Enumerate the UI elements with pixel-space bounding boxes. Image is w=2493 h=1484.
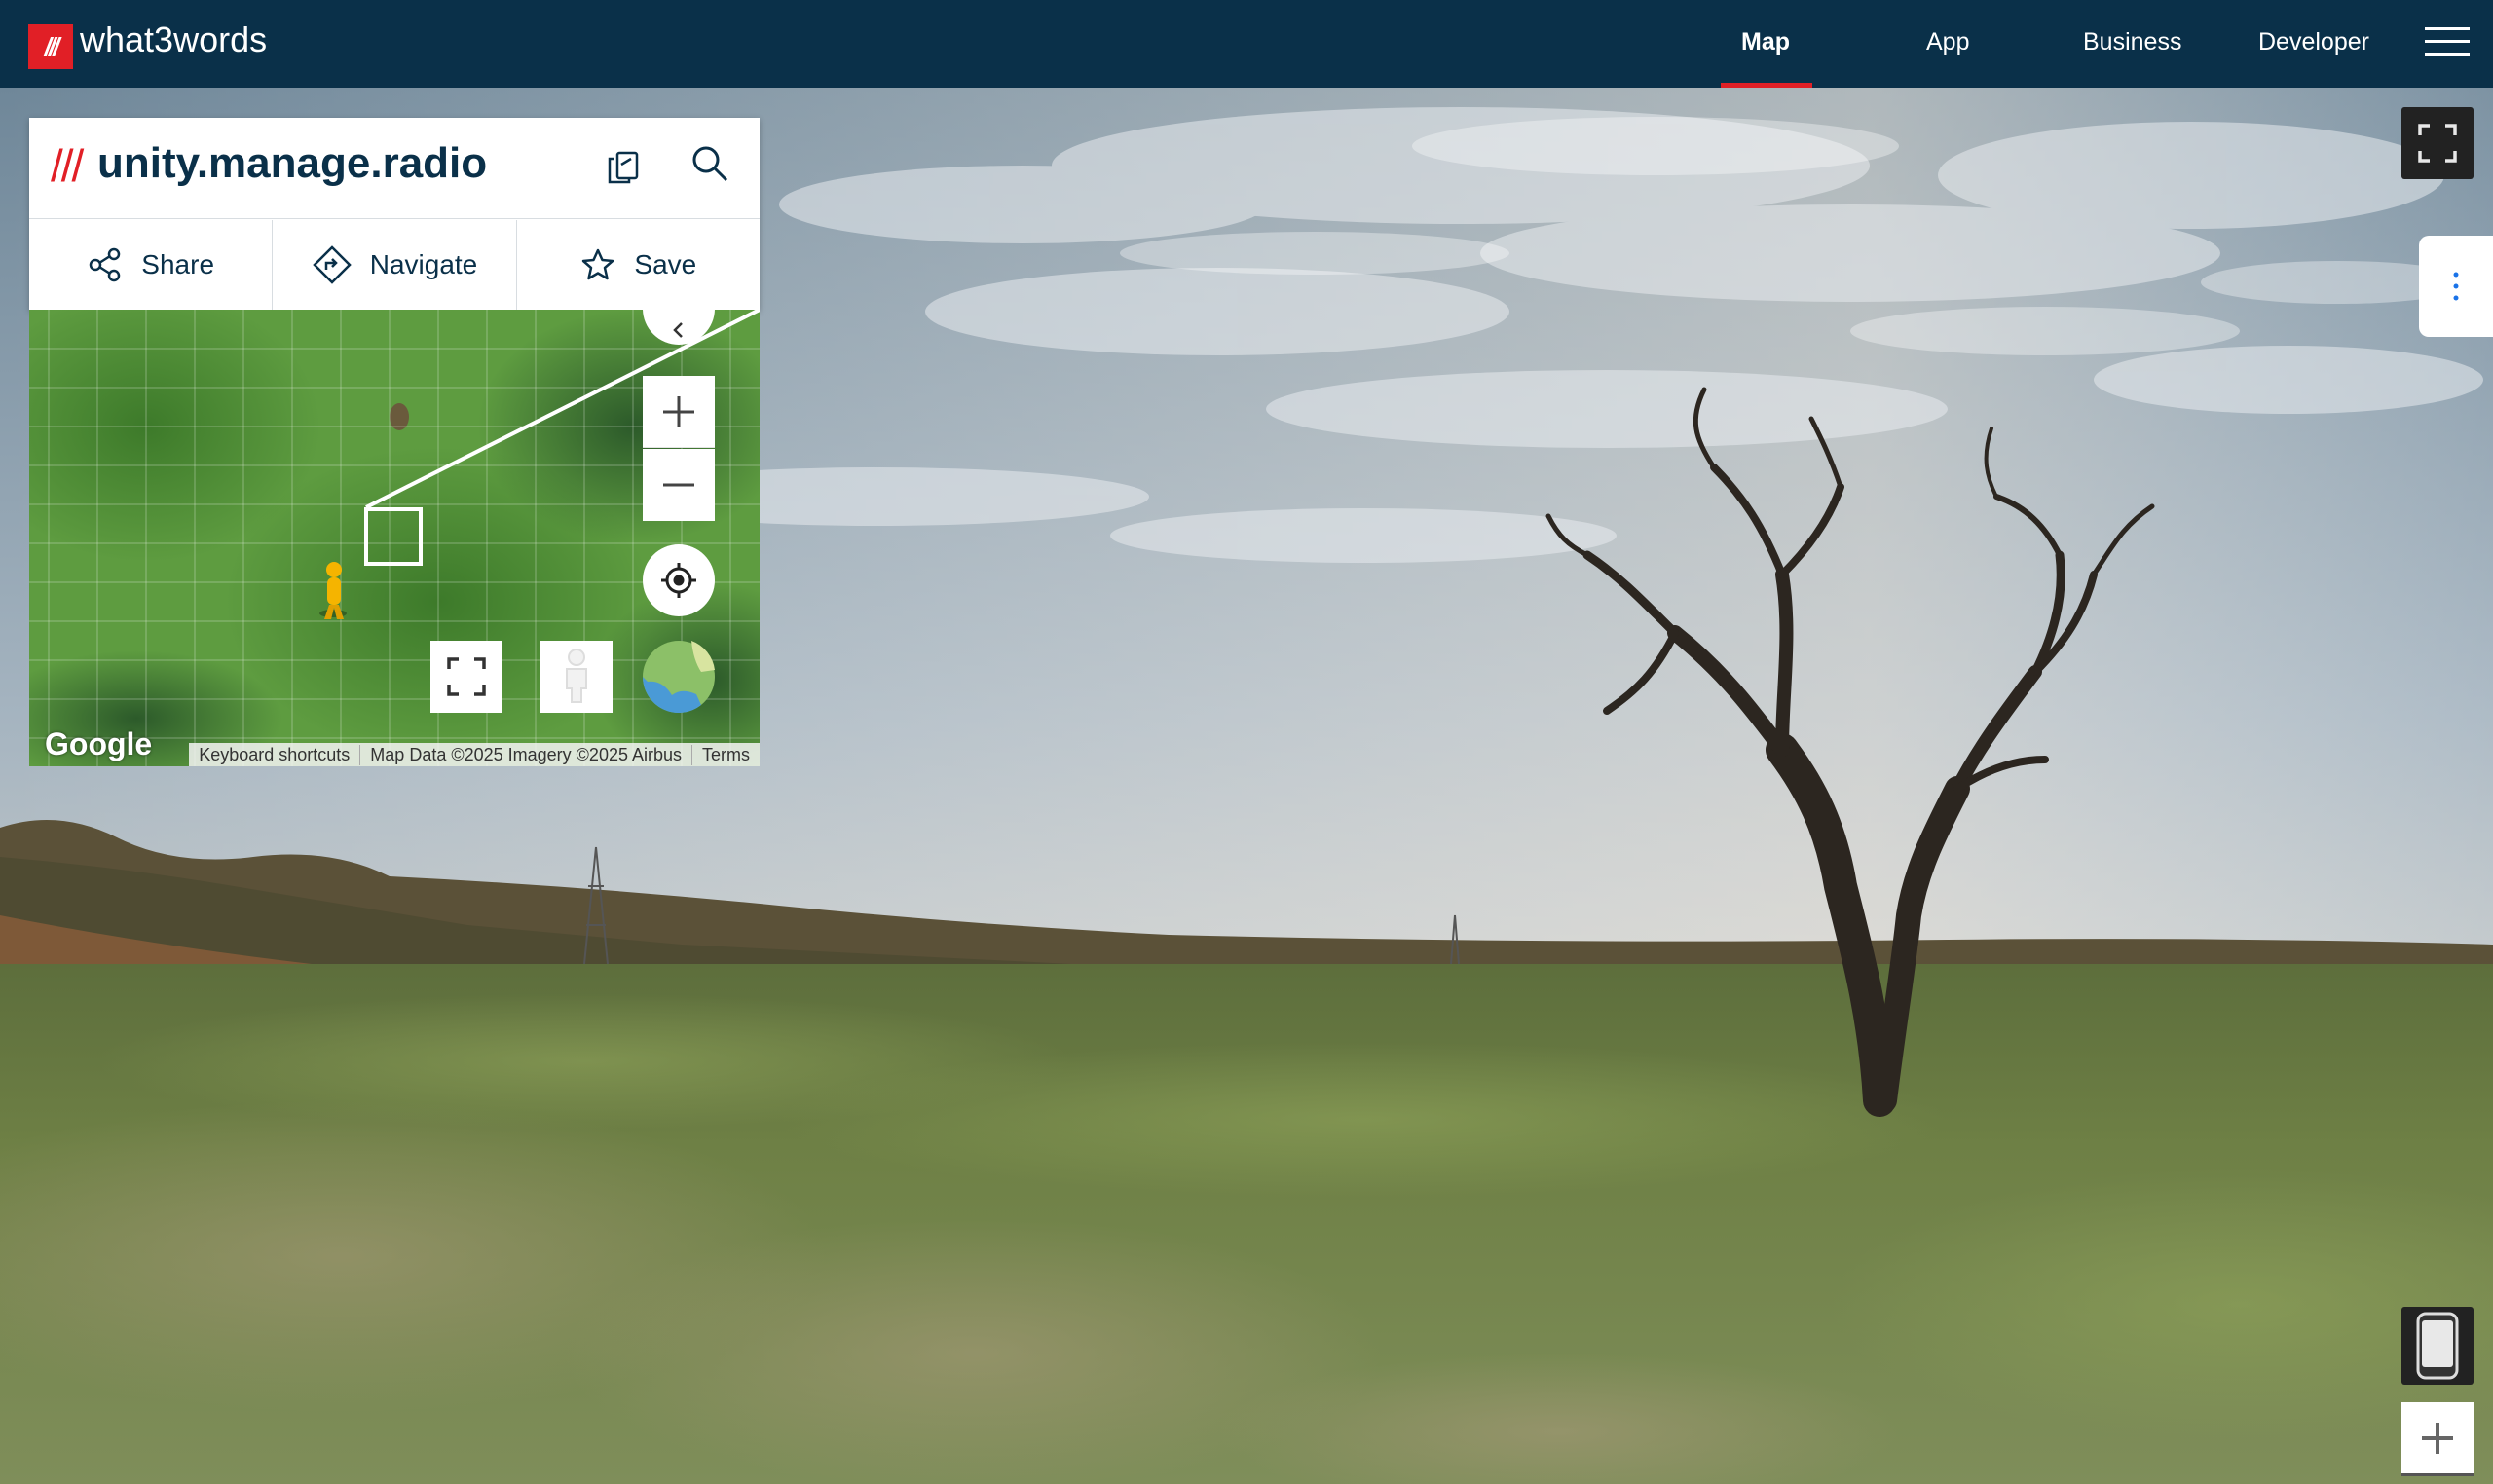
three-word-address[interactable]: unity.manage.radio xyxy=(97,139,487,188)
plus-icon xyxy=(663,395,694,427)
share-label: Share xyxy=(141,249,215,279)
map-fullscreen-button[interactable] xyxy=(430,641,502,713)
pegman-button[interactable] xyxy=(540,641,613,713)
keyboard-shortcuts-link[interactable]: Keyboard shortcuts xyxy=(189,745,359,765)
hamburger-icon[interactable] xyxy=(2425,27,2470,60)
search-icon[interactable] xyxy=(688,141,732,186)
mini-map[interactable]: Google Keyboard shortcuts Map Data ©2025… xyxy=(29,310,760,766)
map-attribution: Keyboard shortcuts Map Data ©2025 Imager… xyxy=(189,743,760,766)
save-label: Save xyxy=(634,249,697,279)
nav-item-app[interactable]: App xyxy=(1926,28,1969,61)
my-location-button[interactable] xyxy=(643,544,715,616)
star-icon xyxy=(582,248,614,280)
navigate-button[interactable]: Navigate xyxy=(273,220,517,310)
plus-icon xyxy=(2422,1422,2453,1454)
google-logo[interactable]: Google xyxy=(45,726,152,762)
map-type-button[interactable] xyxy=(643,641,715,713)
zoom-in-button[interactable] xyxy=(643,376,715,448)
phone-icon xyxy=(2416,1312,2459,1380)
share-button[interactable]: Share xyxy=(29,220,274,310)
navigate-label: Navigate xyxy=(369,249,478,279)
crosshair-icon xyxy=(661,563,696,598)
nav-item-business[interactable]: Business xyxy=(2083,28,2181,61)
map-data-credit: Map Data ©2025 Imagery ©2025 Airbus xyxy=(359,744,691,765)
side-panel-toggle[interactable] xyxy=(2419,236,2493,337)
top-navigation-bar: /// what3words Map App Business Develope… xyxy=(0,0,2493,88)
streetview-fullscreen-button[interactable] xyxy=(2401,107,2474,179)
zoom-out-button[interactable] xyxy=(643,449,715,521)
address-slashes: /// xyxy=(51,140,84,191)
address-row: /// unity.manage.radio xyxy=(29,118,760,219)
nav-item-developer[interactable]: Developer xyxy=(2258,28,2369,61)
minus-icon xyxy=(663,483,694,487)
active-nav-indicator xyxy=(1721,83,1812,88)
action-row: Share Navigate Save xyxy=(29,220,760,310)
more-vertical-icon xyxy=(2453,272,2459,301)
address-panel: /// unity.manage.radio Share Navigate Sa… xyxy=(29,118,760,310)
fullscreen-icon xyxy=(447,657,486,696)
save-button[interactable]: Save xyxy=(517,220,760,310)
pegman-icon xyxy=(566,649,587,703)
device-orientation-button[interactable] xyxy=(2401,1307,2474,1385)
fullscreen-icon xyxy=(2418,124,2457,163)
share-icon xyxy=(90,247,121,282)
streetview-zoom-in-button[interactable] xyxy=(2401,1402,2474,1476)
globe-icon xyxy=(643,641,715,713)
chevron-left-icon xyxy=(673,322,683,338)
copy-icon[interactable] xyxy=(602,145,647,190)
nav-item-map[interactable]: Map xyxy=(1741,28,1790,61)
what3words-logo-icon[interactable]: /// xyxy=(28,24,73,69)
navigate-icon xyxy=(312,245,352,284)
terms-link[interactable]: Terms xyxy=(691,744,760,765)
brand-name[interactable]: what3words xyxy=(80,19,267,60)
